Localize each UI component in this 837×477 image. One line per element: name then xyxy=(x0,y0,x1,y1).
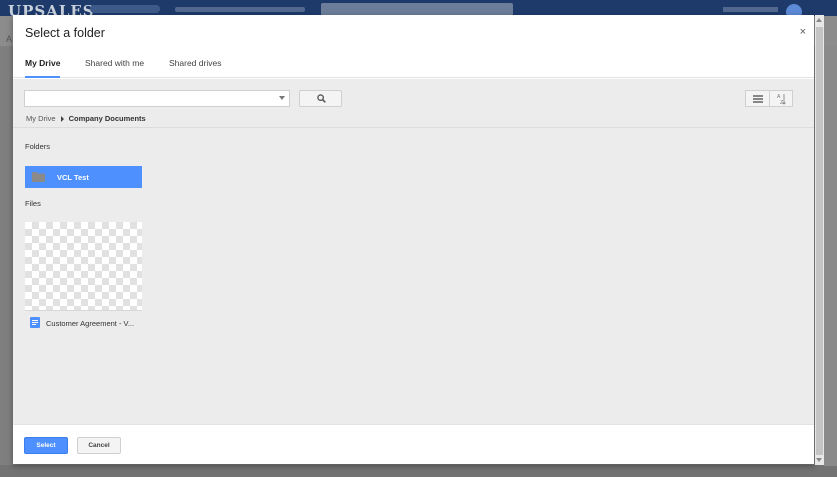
tab-shared-drives[interactable]: Shared drives xyxy=(169,58,221,78)
breadcrumb: My Drive Company Documents xyxy=(26,114,146,123)
app-bottom-bar xyxy=(0,465,837,477)
close-button[interactable]: × xyxy=(800,27,806,38)
chevron-down-icon[interactable] xyxy=(279,96,285,100)
list-view-icon xyxy=(753,95,763,103)
folder-icon xyxy=(32,172,45,182)
files-heading: Files xyxy=(25,199,41,208)
search-input[interactable] xyxy=(24,90,290,107)
picker-content: A Z My Drive Company Documents Folders V… xyxy=(13,79,814,424)
tab-bar: My Drive Shared with me Shared drives xyxy=(13,51,814,78)
google-docs-icon xyxy=(30,317,40,328)
search-icon xyxy=(317,94,326,103)
app-sub-letter: A xyxy=(6,34,13,44)
select-button[interactable]: Select xyxy=(24,437,68,454)
page-scrollbar[interactable] xyxy=(815,15,824,465)
folders-heading: Folders xyxy=(25,142,51,151)
tab-shared-with-me[interactable]: Shared with me xyxy=(85,58,144,78)
folder-name: VCL Test xyxy=(57,173,89,182)
app-right-edge xyxy=(824,46,837,466)
caret-right-icon xyxy=(60,115,64,122)
search-button[interactable] xyxy=(299,90,342,107)
list-view-button[interactable] xyxy=(745,90,770,107)
select-folder-dialog: Select a folder × My Drive Shared with m… xyxy=(13,15,814,464)
dialog-title: Select a folder xyxy=(25,26,105,40)
scroll-up-icon[interactable] xyxy=(816,18,822,22)
file-thumbnail xyxy=(25,222,142,311)
cancel-button[interactable]: Cancel xyxy=(77,437,121,454)
app-nav-item xyxy=(90,5,160,13)
divider xyxy=(13,127,814,128)
app-nav-items xyxy=(175,7,305,12)
folder-item[interactable]: VCL Test xyxy=(25,166,142,188)
file-name: Customer Agreement - V... xyxy=(46,319,135,328)
breadcrumb-current: Company Documents xyxy=(68,114,146,123)
app-top-bar: UPSALES xyxy=(0,0,837,20)
sort-az-icon: A Z xyxy=(777,94,786,105)
breadcrumb-my-drive[interactable]: My Drive xyxy=(26,114,56,123)
scroll-down-icon[interactable] xyxy=(816,458,822,462)
sort-button[interactable]: A Z xyxy=(769,90,793,107)
app-user-name xyxy=(723,7,778,12)
tab-my-drive[interactable]: My Drive xyxy=(25,58,61,78)
scrollbar-thumb[interactable] xyxy=(816,27,823,455)
file-item[interactable]: Customer Agreement - V... xyxy=(25,222,142,332)
dialog-footer: Select Cancel xyxy=(13,424,814,464)
